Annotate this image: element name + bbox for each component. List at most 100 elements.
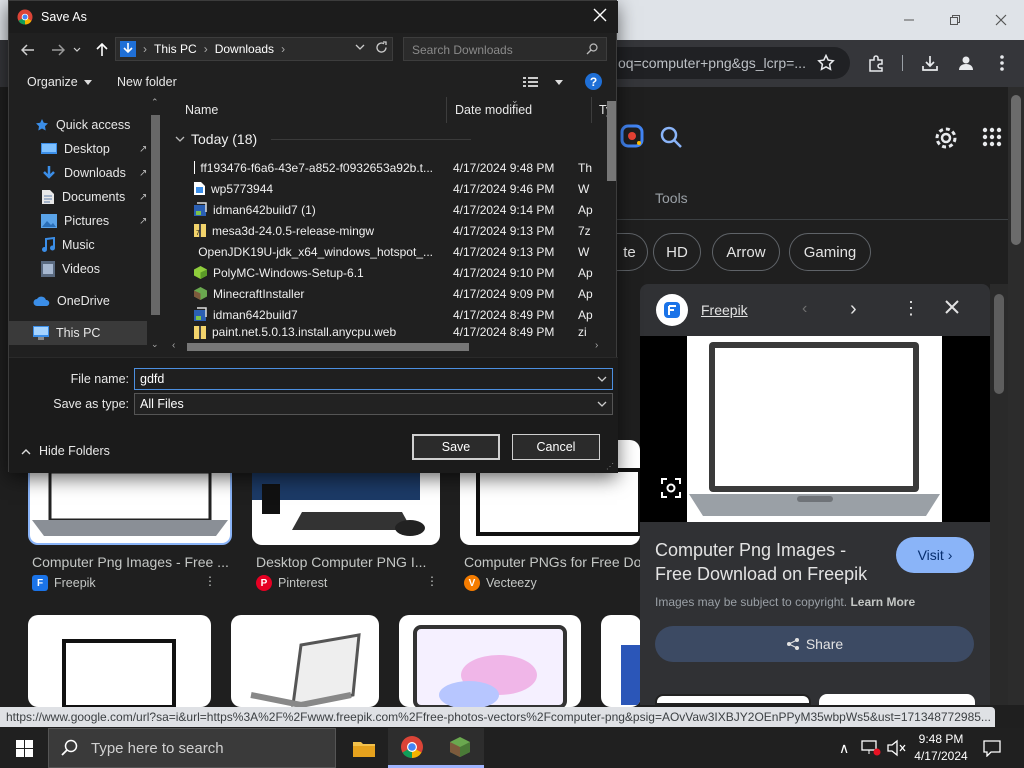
chrome-taskbar-button[interactable] bbox=[388, 728, 436, 768]
more-options-icon[interactable]: ⋮ bbox=[426, 574, 438, 588]
file-list-hscrollbar[interactable]: ‹ › bbox=[169, 339, 605, 353]
result-thumbnail-partial[interactable] bbox=[601, 615, 641, 707]
recent-locations-button[interactable] bbox=[71, 39, 83, 61]
refresh-button[interactable] bbox=[375, 41, 388, 54]
forward-button[interactable] bbox=[47, 39, 69, 61]
file-row[interactable]: wp5773944 4/17/2024 9:46 PM W bbox=[193, 178, 618, 199]
search-icon[interactable] bbox=[658, 124, 684, 150]
nav-scroll-thumb[interactable] bbox=[151, 115, 160, 315]
share-button[interactable]: Share bbox=[655, 626, 974, 662]
related-thumbnail[interactable] bbox=[655, 694, 811, 705]
file-row[interactable]: 7 mesa3d-24.0.5-release-mingw 4/17/2024 9… bbox=[193, 220, 618, 241]
save-button[interactable]: Save bbox=[412, 434, 500, 460]
result-source[interactable]: V Vecteezy bbox=[464, 575, 537, 591]
group-header-today[interactable]: Today (18) bbox=[175, 131, 472, 147]
chip-hd[interactable]: HD bbox=[653, 233, 701, 271]
start-button[interactable] bbox=[0, 728, 48, 768]
result-caption[interactable]: Computer PNGs for Free Do... bbox=[464, 554, 640, 570]
network-icon[interactable] bbox=[861, 738, 881, 756]
file-row[interactable]: paint.net.5.0.13.install.anycpu.web 4/17… bbox=[193, 325, 618, 339]
nav-item-onedrive[interactable]: OneDrive bbox=[33, 289, 110, 313]
result-caption[interactable]: Computer Png Images - Free ... bbox=[32, 554, 232, 570]
column-header-date[interactable]: Date modified bbox=[447, 97, 592, 123]
minecraft-taskbar-button[interactable] bbox=[436, 728, 484, 768]
file-row[interactable]: MinecraftInstaller 4/17/2024 9:09 PM Ap bbox=[193, 283, 618, 304]
nav-pane-scrollbar[interactable]: ⌃ ⌄ bbox=[148, 97, 164, 353]
organize-menu[interactable]: Organize bbox=[27, 71, 92, 93]
panel-scrollbar[interactable] bbox=[990, 284, 1008, 705]
scroll-right-arrow-icon[interactable]: › bbox=[595, 340, 598, 351]
nav-item-pictures[interactable]: Pictures ↗ bbox=[41, 209, 151, 233]
prev-image-icon[interactable]: ‹ bbox=[802, 300, 807, 318]
address-history-dropdown[interactable] bbox=[355, 43, 365, 51]
tools-tab[interactable]: Tools bbox=[655, 190, 688, 206]
column-header-name[interactable]: Name bbox=[185, 97, 447, 123]
settings-gear-icon[interactable] bbox=[932, 124, 960, 152]
result-caption[interactable]: Desktop Computer PNG I... bbox=[256, 554, 428, 570]
learn-more-link[interactable]: Learn More bbox=[850, 595, 915, 609]
dialog-search-input[interactable]: Search Downloads bbox=[403, 37, 607, 61]
back-button[interactable] bbox=[17, 39, 39, 61]
more-options-icon[interactable]: ⋮ bbox=[902, 298, 920, 319]
notifications-icon[interactable] bbox=[983, 739, 1001, 757]
panel-scrollbar-thumb[interactable] bbox=[994, 294, 1004, 394]
more-options-icon[interactable]: ⋮ bbox=[204, 574, 216, 588]
close-window-button[interactable] bbox=[978, 0, 1024, 40]
panel-site-link[interactable]: Freepik bbox=[701, 302, 748, 318]
nav-item-music[interactable]: Music bbox=[41, 233, 95, 257]
scroll-up-arrow-icon[interactable]: ⌃ bbox=[151, 97, 159, 108]
nav-item-desktop[interactable]: Desktop ↗ bbox=[41, 137, 151, 161]
result-thumbnail-laptop-3[interactable] bbox=[231, 615, 379, 707]
file-list-hscroll-thumb[interactable] bbox=[187, 343, 469, 351]
file-row[interactable]: idman642build7 4/17/2024 8:49 PM Ap bbox=[193, 304, 618, 325]
browser-menu-icon[interactable] bbox=[986, 47, 1018, 79]
up-button[interactable] bbox=[91, 39, 113, 61]
cancel-button[interactable]: Cancel bbox=[512, 434, 600, 460]
result-thumbnail-tablet[interactable] bbox=[399, 615, 581, 707]
visual-search-icon[interactable] bbox=[660, 477, 682, 499]
apps-grid-icon[interactable] bbox=[982, 127, 1002, 147]
nav-item-downloads[interactable]: Downloads ↗ bbox=[41, 161, 151, 185]
next-image-icon[interactable]: › bbox=[850, 298, 857, 321]
scroll-left-arrow-icon[interactable]: ‹ bbox=[172, 340, 175, 351]
restore-button[interactable] bbox=[932, 0, 978, 40]
save-type-select[interactable]: All Files bbox=[134, 393, 613, 415]
resize-grip-icon[interactable]: ⋰ bbox=[606, 462, 614, 471]
minimize-button[interactable] bbox=[886, 0, 932, 40]
file-list-vscroll-thumb[interactable] bbox=[607, 101, 616, 181]
extensions-icon[interactable] bbox=[860, 47, 892, 79]
file-explorer-taskbar-button[interactable] bbox=[340, 728, 388, 768]
dialog-title-bar[interactable]: Save As bbox=[9, 1, 618, 33]
show-hidden-icons-chevron-icon[interactable]: ∧ bbox=[839, 740, 849, 757]
file-list-vscrollbar[interactable] bbox=[605, 97, 618, 339]
hide-folders-toggle[interactable]: Hide Folders bbox=[21, 444, 110, 458]
page-scrollbar-thumb[interactable] bbox=[1011, 95, 1021, 245]
nav-item-documents[interactable]: Documents ↗ bbox=[41, 185, 151, 209]
view-options-button[interactable] bbox=[523, 71, 563, 93]
chip-gaming[interactable]: Gaming bbox=[789, 233, 871, 271]
scroll-down-arrow-icon[interactable]: ⌄ bbox=[151, 339, 159, 350]
close-panel-icon[interactable] bbox=[945, 300, 959, 314]
taskbar-search-box[interactable]: Type here to search bbox=[48, 728, 336, 768]
volume-muted-icon[interactable] bbox=[886, 739, 906, 757]
preview-title[interactable]: Computer Png Images - Free Download on F… bbox=[655, 538, 867, 586]
google-lens-icon[interactable] bbox=[618, 122, 646, 150]
new-folder-button[interactable]: New folder bbox=[117, 71, 177, 93]
result-thumbnail-laptop-2[interactable] bbox=[28, 615, 211, 707]
dialog-close-button[interactable] bbox=[593, 8, 607, 22]
file-row[interactable]: idman642build7 (1) 4/17/2024 9:14 PM Ap bbox=[193, 199, 618, 220]
breadcrumb-this-pc[interactable]: This PC bbox=[154, 42, 197, 56]
related-thumbnail[interactable] bbox=[819, 694, 975, 705]
nav-item-this-pc[interactable]: This PC bbox=[9, 321, 147, 345]
breadcrumb-downloads[interactable]: Downloads bbox=[215, 42, 274, 56]
visit-button[interactable]: Visit › bbox=[896, 537, 974, 573]
address-breadcrumb[interactable]: › This PC › Downloads › bbox=[115, 37, 393, 61]
nav-item-videos[interactable]: Videos bbox=[41, 257, 100, 281]
bookmark-star-icon[interactable] bbox=[810, 47, 842, 79]
file-row[interactable]: PolyMC-Windows-Setup-6.1 4/17/2024 9:10 … bbox=[193, 262, 618, 283]
nav-item-quick-access[interactable]: Quick access bbox=[35, 113, 130, 137]
profile-icon[interactable] bbox=[950, 47, 982, 79]
chip-arrow[interactable]: Arrow bbox=[712, 233, 780, 271]
help-icon[interactable]: ? bbox=[585, 73, 602, 90]
downloads-icon[interactable] bbox=[914, 47, 946, 79]
